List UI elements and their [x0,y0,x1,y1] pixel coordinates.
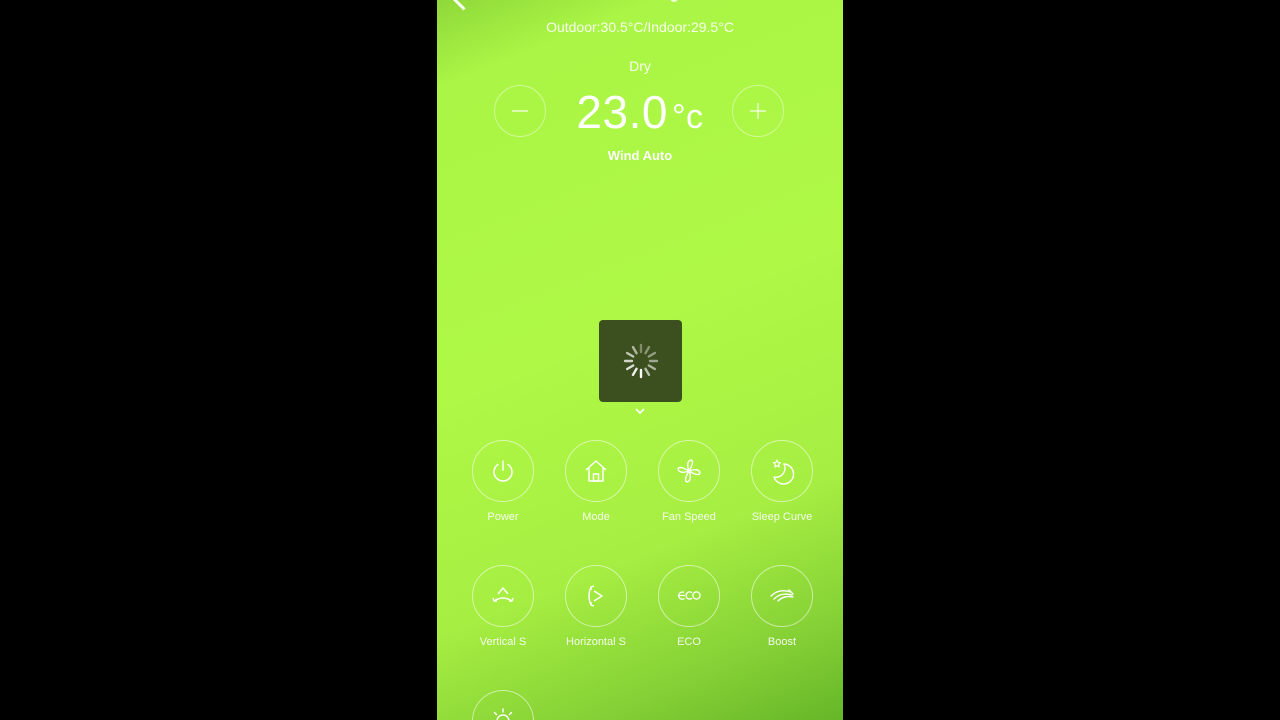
plus-icon [750,103,766,119]
fan-speed-button-circle[interactable] [658,440,720,502]
horizontal-swing-button-circle[interactable] [565,565,627,627]
increase-temperature-button[interactable] [732,85,784,137]
fan-icon [677,459,701,483]
spinner-icon [623,343,658,379]
current-mode-label: Dry [629,58,651,74]
fan-speed-label: Fan Speed [662,511,716,523]
sleep-curve-button-circle[interactable] [751,440,813,502]
vertical-swing-icon [492,587,514,602]
power-label: Power [487,511,519,523]
moon-star-icon [772,459,795,485]
light-button[interactable] [453,690,553,720]
power-button[interactable]: Power [453,440,553,523]
setpoint-value: 23.0 [576,86,668,138]
boost-button-circle[interactable] [751,565,813,627]
title-fragment [670,0,678,2]
eco-label: ECO [677,636,701,648]
sleep-curve-label: Sleep Curve [751,511,813,523]
setpoint-unit: °c [671,98,704,136]
mode-button[interactable]: Mode [546,440,646,523]
eco-button[interactable]: ECO [639,565,739,648]
vertical-swing-button[interactable]: Vertical S [453,565,553,648]
power-icon [493,460,513,482]
eco-button-circle[interactable] [658,565,720,627]
horizontal-swing-button[interactable]: Horizontal S [546,565,646,648]
light-button-circle[interactable] [472,690,534,720]
mode-label: Mode [582,511,610,523]
home-icon [585,460,607,482]
sleep-curve-button[interactable]: Sleep Curve [732,440,832,523]
eco-icon [678,591,701,600]
ac-control-panel: Outdoor:30.5°C/Indoor:29.5°C Dry 23.0 °c … [437,0,843,720]
screen: Outdoor:30.5°C/Indoor:29.5°C Dry 23.0 °c … [0,0,1280,720]
boost-label: Boost [767,636,797,648]
wind-status: Wind Auto [607,148,673,163]
boost-icon [770,589,794,602]
loading-overlay [599,320,682,402]
mode-button-circle[interactable] [565,440,627,502]
chevron-down-icon[interactable] [635,406,645,416]
fan-speed-button[interactable]: Fan Speed [639,440,739,523]
temperature-readout: Outdoor:30.5°C/Indoor:29.5°C [546,19,734,35]
back-arrow-icon[interactable] [451,0,476,11]
vertical-swing-button-circle[interactable] [472,565,534,627]
sun-icon [493,708,513,720]
horizontal-swing-icon [588,585,603,607]
vertical-swing-label: Vertical S [479,636,527,648]
horizontal-swing-label: Horizontal S [566,636,626,648]
power-button-circle[interactable] [472,440,534,502]
boost-button[interactable]: Boost [732,565,832,648]
